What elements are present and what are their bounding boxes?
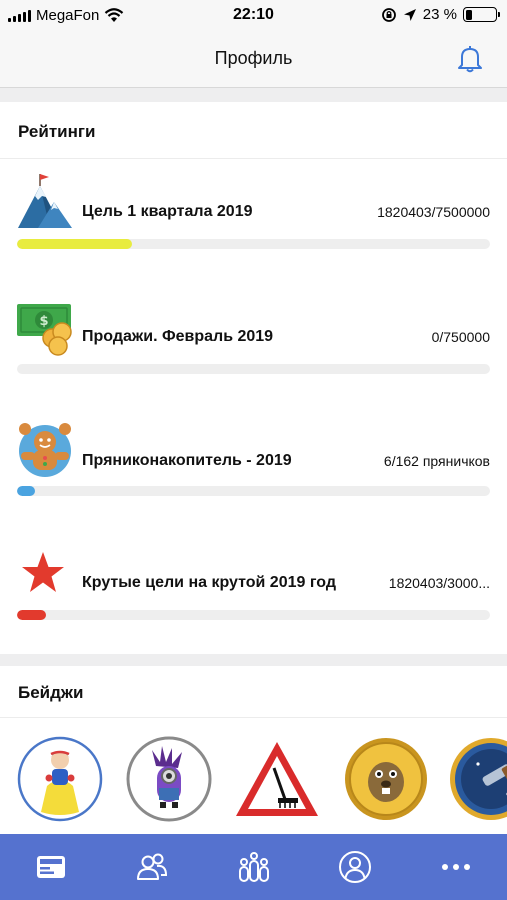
divider (0, 717, 507, 718)
rating-item-sales-february[interactable]: $ Продажи. Февраль 2019 0/750000 (0, 292, 507, 402)
mountain-flag-icon (18, 174, 72, 228)
road-work-sign-badge[interactable] (234, 736, 320, 822)
battery-icon (463, 7, 500, 22)
rating-name: Продажи. Февраль 2019 (82, 328, 274, 345)
progress-fill (17, 610, 46, 620)
svg-text:$: $ (39, 314, 48, 329)
tab-bar (0, 834, 507, 900)
progress-fill (17, 239, 132, 249)
red-star-icon (22, 552, 64, 592)
profile-icon (338, 851, 371, 883)
tab-feed[interactable] (0, 834, 101, 900)
tab-profile[interactable] (304, 834, 405, 900)
rating-name: Цель 1 квартала 2019 (82, 203, 253, 220)
rating-value: 6/162 пряничков (383, 453, 490, 469)
divider (0, 158, 507, 159)
rating-name: Пряниконакопитель - 2019 (82, 452, 292, 469)
ratings-card: Рейтинги Цель 1 квартала 2019 1820403/75… (0, 102, 507, 654)
orientation-lock-icon (381, 7, 396, 22)
rating-item-gingerbread[interactable]: Пряниконакопитель - 2019 6/162 пряничков (0, 416, 507, 526)
battery-percent: 23 % (422, 6, 457, 23)
tab-team[interactable] (203, 834, 304, 900)
ratings-title: Рейтинги (18, 122, 96, 141)
rating-item-cool-goals[interactable]: Крутые цели на крутой 2019 год 1820403/3… (0, 538, 507, 648)
rating-item-quarter-goal[interactable]: Цель 1 квартала 2019 1820403/7500000 (0, 164, 507, 274)
team-icon (238, 852, 269, 882)
purple-minion-badge[interactable] (126, 736, 212, 822)
gingerbread-man-icon (19, 423, 71, 477)
progress-bar (17, 364, 490, 374)
tab-more[interactable] (406, 834, 507, 900)
tab-users[interactable] (101, 834, 202, 900)
rating-value: 0/750000 (431, 329, 490, 345)
status-right: 23 % (381, 6, 500, 23)
rating-name: Крутые цели на крутой 2019 год (82, 574, 337, 591)
nav-header: Профиль (0, 32, 507, 88)
more-icon (442, 864, 471, 870)
rating-value: 1820403/7500000 (377, 204, 490, 220)
progress-bar (17, 610, 490, 620)
badges-row (0, 734, 507, 834)
progress-bar (17, 239, 490, 249)
rating-value: 1820403/3000... (388, 575, 490, 591)
bell-icon[interactable] (453, 42, 487, 76)
progress-bar (17, 486, 490, 496)
progress-fill (17, 486, 35, 496)
feed-card-icon (36, 856, 65, 878)
princess-badge[interactable] (17, 736, 103, 822)
telescope-badge[interactable] (448, 736, 507, 822)
gold-coin-beaver-badge[interactable] (343, 736, 429, 822)
money-coins-icon: $ (17, 304, 72, 356)
status-bar: MegaFon 22:10 23 % (0, 0, 507, 32)
location-arrow-icon (403, 8, 416, 21)
page-title: Профиль (214, 48, 293, 68)
badges-title: Бейджи (18, 683, 84, 702)
users-icon (137, 853, 168, 880)
